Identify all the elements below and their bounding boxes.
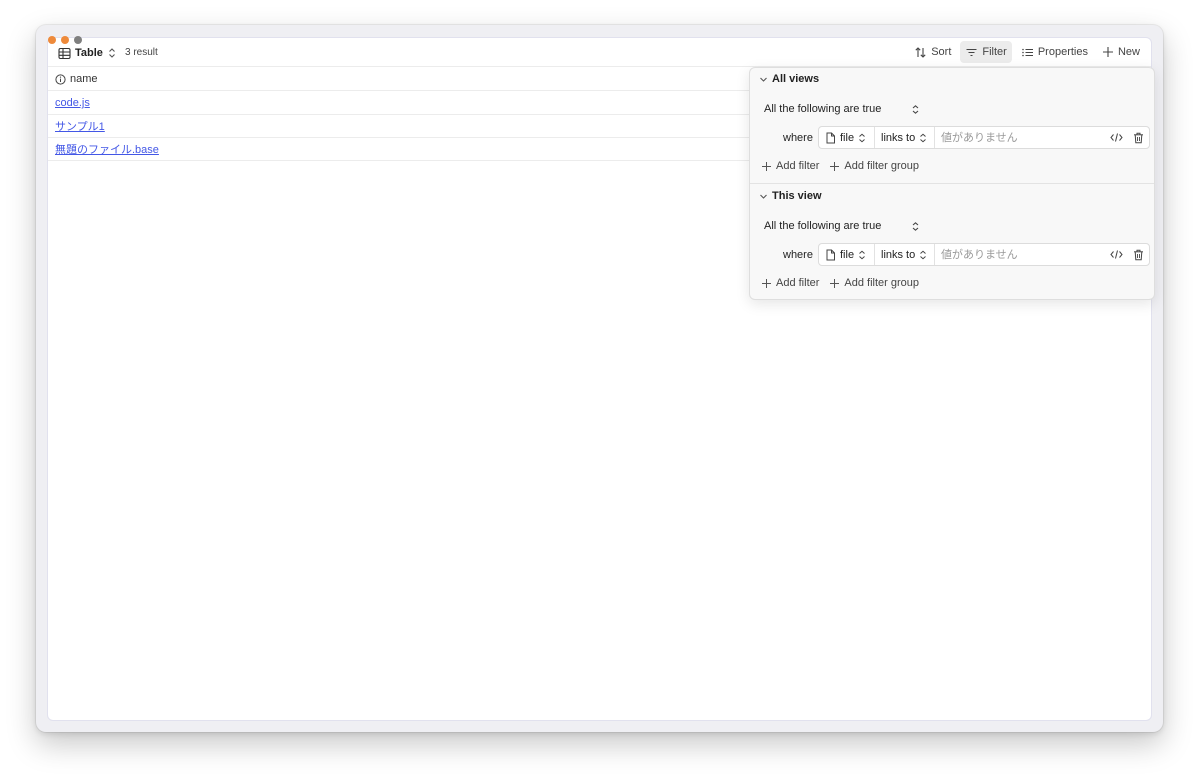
operator-label: links to	[881, 131, 916, 144]
where-label: where	[783, 249, 813, 261]
properties-label: Properties	[1037, 46, 1088, 58]
where-label: where	[783, 132, 813, 144]
toolbar-actions: Sort Filter Properties New	[909, 41, 1145, 63]
chevron-up-down-icon	[919, 133, 927, 143]
filter-label: Filter	[982, 46, 1007, 58]
chevron-down-icon	[759, 192, 768, 201]
code-icon	[1109, 249, 1123, 260]
delete-filter-button[interactable]	[1127, 244, 1149, 265]
operator-select[interactable]: links to	[875, 244, 935, 265]
conjunction-label: All the following are true	[764, 103, 882, 115]
close-window-button[interactable]	[48, 36, 56, 44]
view-toolbar: Table 3 result Sort Filter Properties Ne…	[48, 38, 1151, 67]
chevron-up-down-icon	[911, 104, 920, 115]
file-icon	[825, 249, 836, 261]
add-filter-label: Add filter	[776, 277, 820, 289]
properties-button[interactable]: Properties	[1016, 41, 1093, 63]
property-label: file	[840, 131, 855, 144]
add-actions: Add filter Add filter group	[761, 160, 919, 172]
new-button[interactable]: New	[1097, 41, 1145, 63]
plus-icon	[761, 278, 772, 289]
new-label: New	[1117, 46, 1140, 58]
filter-condition: file links to	[818, 126, 1150, 149]
plus-icon	[829, 278, 840, 289]
code-icon	[1109, 132, 1123, 143]
add-filter-button[interactable]: Add filter	[761, 277, 819, 289]
window-controls	[48, 36, 82, 44]
add-filter-group-button[interactable]: Add filter group	[829, 160, 919, 172]
add-actions: Add filter Add filter group	[761, 277, 919, 289]
sort-button[interactable]: Sort	[909, 41, 956, 63]
add-filter-group-label: Add filter group	[844, 160, 920, 172]
add-filter-label: Add filter	[776, 160, 820, 172]
plus-icon	[1102, 46, 1114, 58]
value-input[interactable]	[935, 244, 1105, 265]
conjunction-label: All the following are true	[764, 220, 882, 232]
chevron-down-icon	[759, 75, 768, 84]
chevron-up-down-icon	[919, 250, 927, 260]
filter-condition: file links to	[818, 243, 1150, 266]
table-icon	[58, 47, 71, 60]
column-header-label: name	[70, 73, 98, 85]
file-link[interactable]: code.js	[55, 97, 90, 109]
conjunction-select[interactable]: All the following are true	[764, 103, 920, 115]
value-input[interactable]	[935, 127, 1105, 148]
formula-mode-button[interactable]	[1105, 127, 1127, 148]
trash-icon	[1133, 132, 1144, 144]
view-name: Table	[75, 47, 103, 59]
file-link[interactable]: サンプル1	[55, 118, 105, 134]
property-label: file	[840, 248, 855, 261]
operator-label: links to	[881, 248, 916, 261]
add-filter-group-label: Add filter group	[844, 277, 920, 289]
property-select[interactable]: file	[819, 127, 875, 148]
list-icon	[1021, 46, 1034, 59]
file-link[interactable]: 無題のファイル.base	[55, 141, 159, 157]
plus-icon	[761, 161, 772, 172]
operator-select[interactable]: links to	[875, 127, 935, 148]
delete-filter-button[interactable]	[1127, 127, 1149, 148]
minimize-window-button[interactable]	[61, 36, 69, 44]
sort-icon	[914, 46, 927, 59]
section-header-this-view[interactable]: This view	[759, 190, 822, 202]
filter-popover: All views All the following are true whe…	[749, 67, 1155, 300]
section-divider	[750, 183, 1154, 184]
filter-icon	[965, 46, 978, 59]
add-filter-group-button[interactable]: Add filter group	[829, 277, 919, 289]
file-icon	[825, 132, 836, 144]
conjunction-select[interactable]: All the following are true	[764, 220, 920, 232]
plus-icon	[829, 161, 840, 172]
sort-label: Sort	[931, 46, 952, 58]
add-filter-button[interactable]: Add filter	[761, 160, 819, 172]
section-title: All views	[772, 73, 820, 85]
section-header-all-views[interactable]: All views	[759, 73, 819, 85]
property-select[interactable]: file	[819, 244, 875, 265]
chevron-up-down-icon	[858, 250, 866, 260]
formula-mode-button[interactable]	[1105, 244, 1127, 265]
view-switcher[interactable]: Table	[58, 44, 117, 62]
result-count: 3 result	[125, 47, 158, 58]
section-title: This view	[772, 190, 822, 202]
chevron-up-down-icon	[911, 221, 920, 232]
filter-button[interactable]: Filter	[960, 41, 1012, 63]
trash-icon	[1133, 249, 1144, 261]
info-icon	[55, 73, 66, 85]
chevron-up-down-icon	[858, 133, 866, 143]
chevron-up-down-icon	[107, 47, 117, 59]
zoom-window-button[interactable]	[74, 36, 82, 44]
